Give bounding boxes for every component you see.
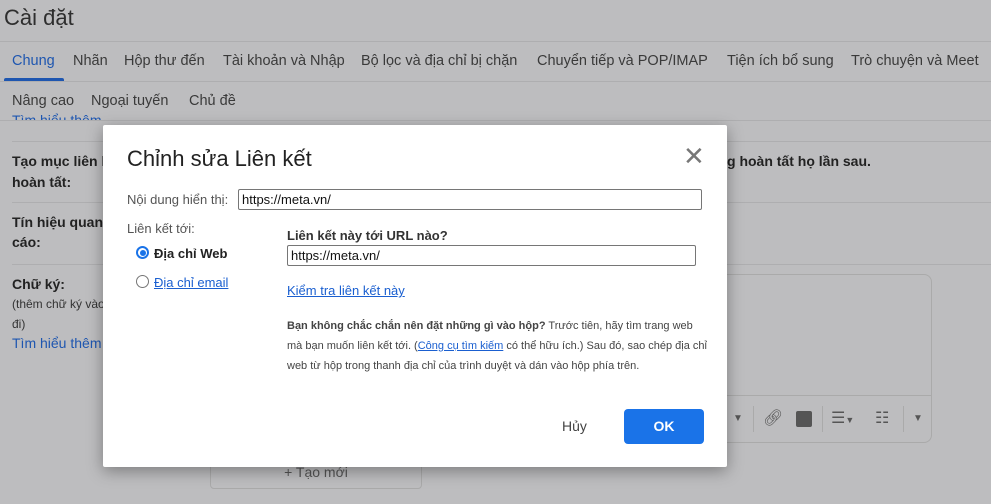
cancel-button[interactable]: Hủy [562,418,587,434]
help-text: Bạn không chắc chắn nên đặt những gì vào… [287,316,707,376]
tab-filters[interactable]: Bộ lọc và địa chỉ bị chặn [361,53,517,69]
tab-inbox[interactable]: Hộp thư đến [124,53,205,69]
setting-label: Tín hiệu quan [12,214,103,230]
tab-chat-meet[interactable]: Trò chuyện và Meet [851,53,979,69]
setting-value-text: g hoàn tất họ lần sau. [727,153,871,169]
test-link[interactable]: Kiểm tra liên kết này [287,283,405,298]
link-icon[interactable]: 🔗︎ [763,408,783,428]
tab-themes[interactable]: Chủ đề [189,93,236,109]
tab-advanced[interactable]: Nâng cao [12,93,74,109]
numbered-list-icon[interactable]: ☷ [875,408,889,428]
setting-label: Tạo mục liên h [12,153,111,169]
close-icon[interactable]: ✕ [683,143,705,169]
setting-label: hoàn tất: [12,174,72,190]
signature-desc: (thêm chữ ký vào [12,297,105,311]
image-icon[interactable] [796,411,812,427]
tab-chung[interactable]: Chung [12,53,55,69]
more-options-icon[interactable]: ▼ [913,413,923,424]
divider [0,120,991,121]
url-heading: Liên kết này tới URL nào? [287,228,448,243]
dropdown-arrow-icon[interactable]: ▼ [733,413,743,424]
url-input[interactable] [287,245,696,266]
learn-more-link-top[interactable]: Tìm hiểu thêm [12,112,101,120]
divider [903,406,904,432]
tab-accounts[interactable]: Tài khoản và Nhập [223,53,345,69]
dialog-title: Chỉnh sửa Liên kết [127,146,312,171]
page-title: Cài đặt [4,5,74,30]
link-to-label: Liên kết tới: [127,221,195,236]
tab-offline[interactable]: Ngoại tuyến [91,93,168,109]
signature-desc: đi) [12,317,26,331]
align-icon[interactable]: ☰▼ [831,408,854,428]
signature-label: Chữ ký: [12,276,65,292]
tab-forwarding[interactable]: Chuyển tiếp và POP/IMAP [537,53,708,69]
display-text-label: Nội dung hiển thị: [127,192,229,207]
search-engine-link[interactable]: Công cụ tìm kiếm [418,340,504,352]
divider [0,81,991,82]
edit-link-dialog: Chỉnh sửa Liên kết ✕ Nội dung hiển thị: … [103,125,727,467]
setting-label: cáo: [12,234,41,250]
ok-button[interactable]: OK [624,409,704,444]
divider [753,406,754,432]
web-address-radio[interactable] [136,246,149,259]
divider [0,41,991,42]
tab-nhan[interactable]: Nhãn [73,53,108,69]
tab-addons[interactable]: Tiện ích bổ sung [727,53,834,69]
email-address-radio[interactable] [136,275,149,288]
divider [822,406,823,432]
email-address-link[interactable]: Địa chỉ email [154,275,228,290]
help-bold: Bạn không chắc chắn nên đặt những gì vào… [287,320,546,332]
learn-more-link[interactable]: Tìm hiểu thêm [12,335,101,351]
display-text-input[interactable] [238,189,702,210]
web-address-label[interactable]: Địa chỉ Web [154,246,227,261]
